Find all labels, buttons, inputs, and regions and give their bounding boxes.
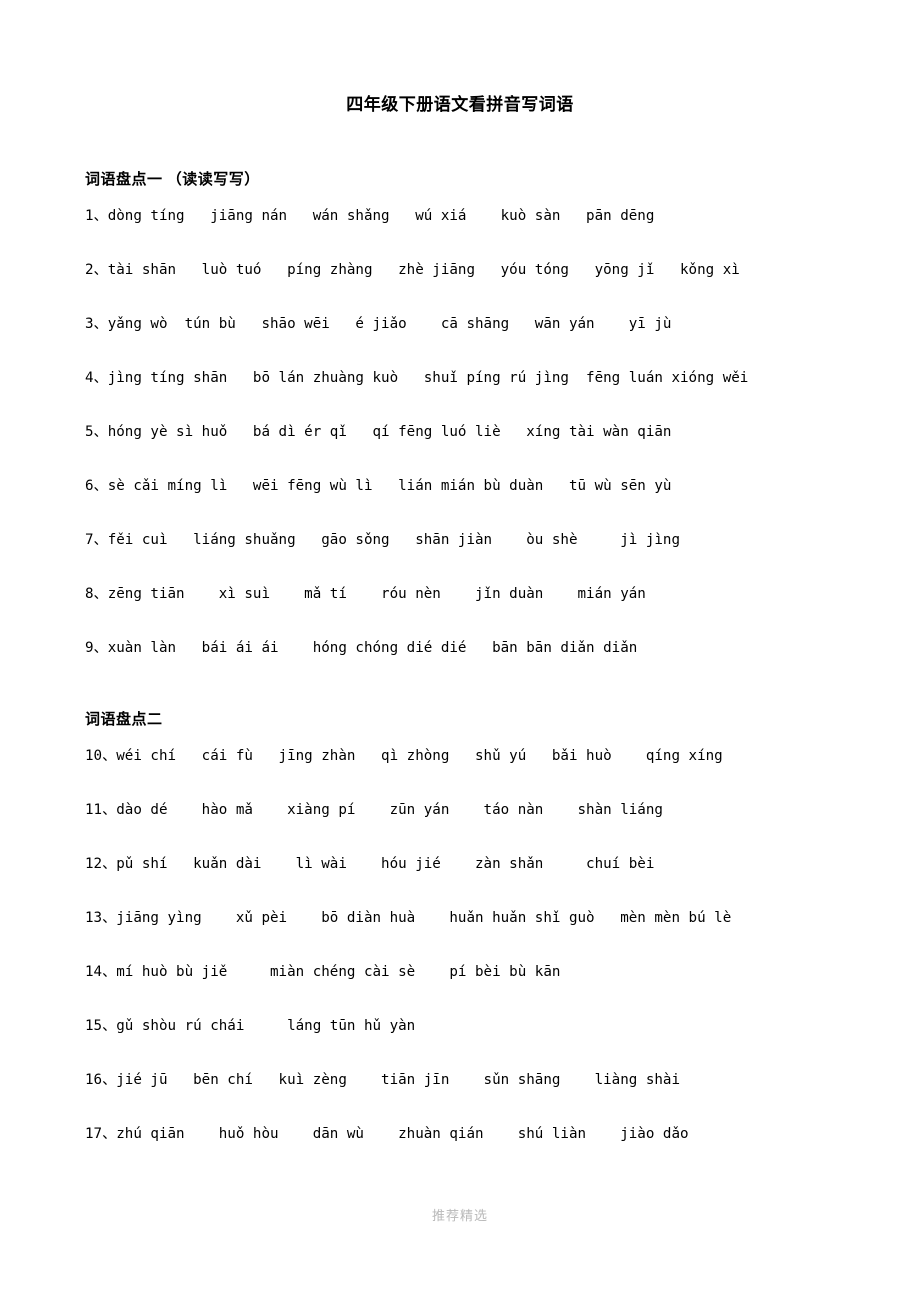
pinyin-line: 16、jié jū bēn chí kuì zèng tiān jīn sǔn … — [85, 1072, 681, 1089]
pinyin-line: 7、fěi cuì liáng shuǎng gāo sǒng shān jià… — [85, 532, 681, 549]
pinyin-line: 5、hóng yè sì huǒ bá dì ér qǐ qí fēng luó… — [85, 424, 672, 441]
pinyin-line: 6、sè cǎi míng lì wēi fēng wù lì lián miá… — [85, 478, 672, 495]
document-page: 四年级下册语文看拼音写词语 词语盘点一 （读读写写） 1、dòng tíng j… — [0, 0, 920, 1302]
word-list-section-one: 1、dòng tíng jiāng nán wán shǎng wú xiá k… — [80, 189, 840, 675]
pinyin-line: 3、yǎng wò tún bù shāo wēi é jiǎo cā shān… — [85, 316, 672, 333]
pinyin-line: 10、wéi chí cái fù jīng zhàn qì zhòng shǔ… — [85, 748, 723, 765]
pinyin-line: 8、zēng tiān xì suì mǎ tí róu nèn jǐn duà… — [85, 586, 646, 603]
word-list-section-two: 10、wéi chí cái fù jīng zhàn qì zhòng shǔ… — [80, 729, 840, 1161]
pinyin-line: 12、pǔ shí kuǎn dài lì wài hóu jié zàn sh… — [85, 856, 655, 873]
pinyin-line: 15、gǔ shòu rú chái láng tūn hǔ yàn — [85, 1018, 416, 1035]
pinyin-line: 17、zhú qiān huǒ hòu dān wù zhuàn qián sh… — [85, 1126, 689, 1143]
pinyin-line: 13、jiāng yìng xǔ pèi bō diàn huà huǎn hu… — [85, 910, 732, 927]
pinyin-line: 9、xuàn làn bái ái ái hóng chóng dié dié … — [85, 640, 638, 657]
page-title: 四年级下册语文看拼音写词语 — [346, 95, 574, 114]
pinyin-line: 1、dòng tíng jiāng nán wán shǎng wú xiá k… — [85, 208, 655, 225]
pinyin-line: 11、dào dé hào mǎ xiàng pí zūn yán táo nà… — [85, 802, 663, 819]
section-heading-one: 词语盘点一 （读读写写） — [85, 172, 260, 189]
footer-watermark: 推荐精选 — [431, 1208, 488, 1223]
pinyin-line: 4、jìng tíng shān bō lán zhuàng kuò shuǐ … — [85, 370, 749, 387]
pinyin-line: 2、tài shān luò tuó píng zhàng zhè jiāng … — [85, 262, 740, 279]
section-heading-two: 词语盘点二 — [85, 712, 163, 729]
pinyin-line: 14、mí huò bù jiě miàn chéng cài sè pí bè… — [85, 964, 561, 981]
